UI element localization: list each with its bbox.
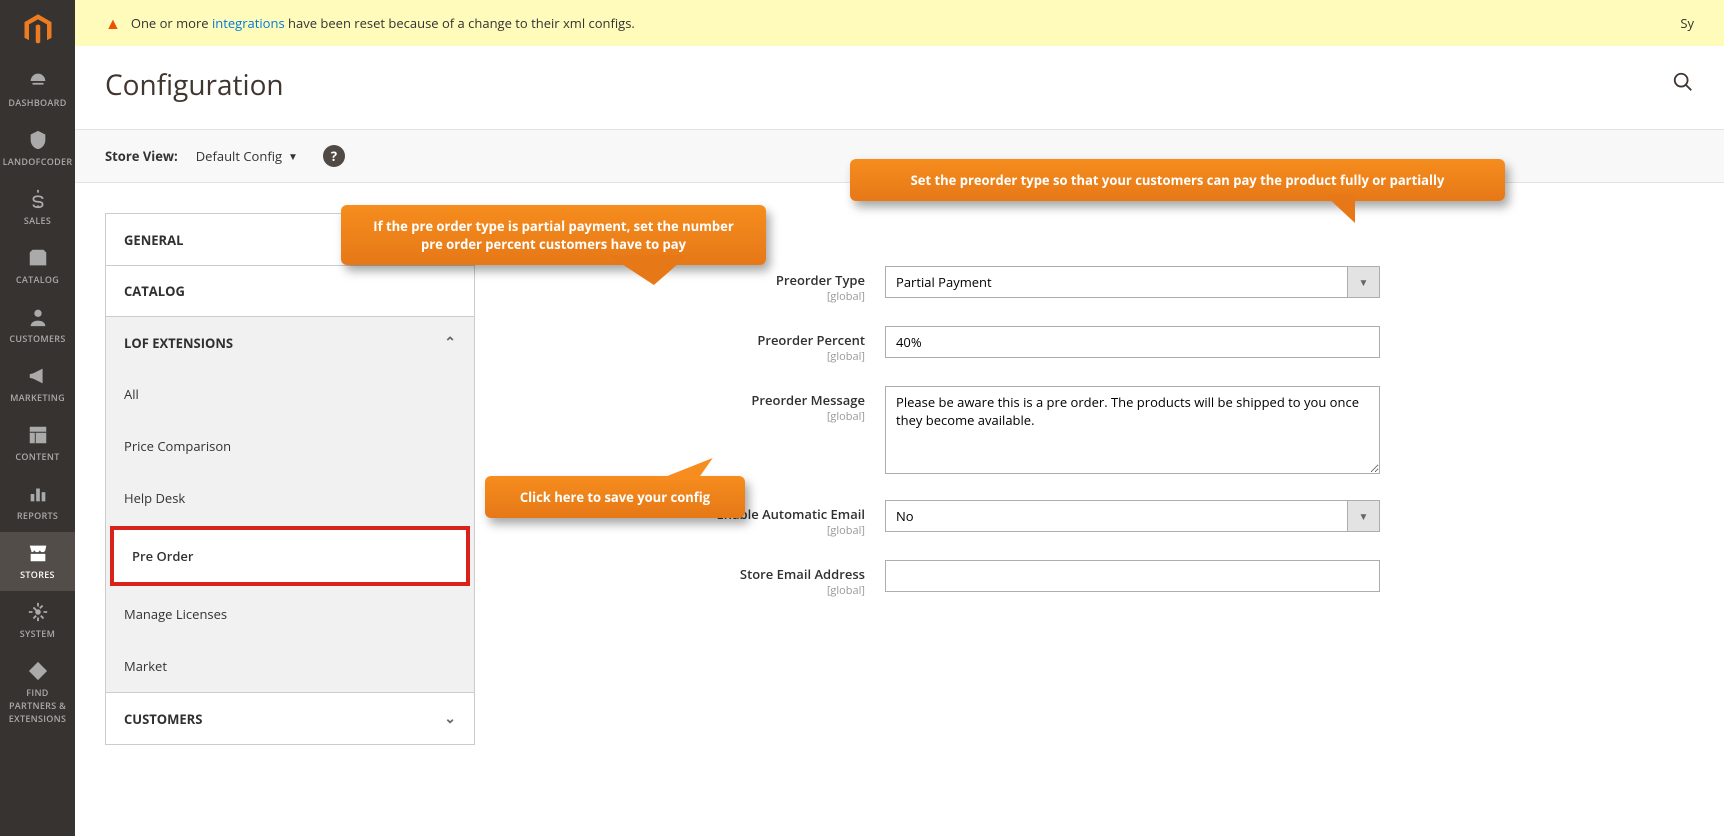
chart-icon [27, 483, 49, 505]
sidebar-item-label: DASHBOARD [8, 96, 66, 109]
sidebar-item-dashboard[interactable]: DASHBOARD [0, 60, 75, 119]
notification-text: One or more integrations have been reset… [131, 14, 635, 32]
sidebar-item-label: CUSTOMERS [9, 332, 65, 345]
cfg-cat-catalog[interactable]: CATALOG [106, 266, 474, 316]
config-sidebar: GENERAL ⌄ CATALOG LOF EXTENSIONS ⌃ All P… [105, 213, 475, 745]
select-caret-icon[interactable]: ▼ [1348, 500, 1380, 532]
select-caret-icon[interactable]: ▼ [1348, 266, 1380, 298]
megaphone-icon [27, 365, 49, 387]
preorder-percent-input[interactable] [885, 326, 1380, 358]
partners-icon [27, 660, 49, 682]
help-icon[interactable]: ? [323, 145, 345, 167]
sidebar-item-stores[interactable]: STORES [0, 532, 75, 591]
callout-percent: If the pre order type is partial payment… [341, 205, 766, 265]
gear-icon [27, 601, 49, 623]
page-title: Configuration [105, 66, 1672, 104]
preorder-type-select[interactable]: Partial Payment [885, 266, 1348, 298]
cfg-item-price-comparison[interactable]: Price Comparison [106, 420, 474, 472]
sidebar-item-landofcoder[interactable]: LANDOFCODER [0, 119, 75, 178]
cfg-item-market[interactable]: Market [106, 640, 474, 692]
cfg-item-all[interactable]: All [106, 368, 474, 420]
sidebar-item-label: REPORTS [17, 509, 58, 522]
dashboard-icon [27, 70, 49, 92]
store-view-selector[interactable]: Default Config ▼ [196, 147, 298, 165]
callout-type: Set the preorder type so that your custo… [850, 159, 1505, 201]
sidebar-item-catalog[interactable]: CATALOG [0, 237, 75, 296]
chevron-down-icon: ⌄ [444, 709, 456, 728]
auto-email-select[interactable]: No [885, 500, 1348, 532]
cfg-cat-customers[interactable]: CUSTOMERS ⌄ [106, 693, 474, 744]
person-icon [27, 306, 49, 328]
landofcoder-icon [27, 129, 49, 151]
store-view-label: Store View: [105, 147, 178, 165]
sidebar-item-sales[interactable]: SALES [0, 178, 75, 237]
store-email-input[interactable] [885, 560, 1380, 592]
sidebar-item-label: MARKETING [10, 391, 65, 404]
search-icon[interactable] [1672, 71, 1694, 99]
integrations-link[interactable]: integrations [212, 14, 285, 32]
content-icon [27, 424, 49, 446]
sidebar-item-label: FIND PARTNERS & EXTENSIONS [4, 686, 71, 725]
sidebar-item-marketing[interactable]: MARKETING [0, 355, 75, 414]
sidebar-item-label: CONTENT [15, 450, 59, 463]
field-label-store-email: Store Email Address [505, 565, 865, 583]
preorder-message-textarea[interactable]: Please be aware this is a pre order. The… [885, 386, 1380, 474]
field-label-preorder-percent: Preorder Percent [505, 331, 865, 349]
caret-down-icon: ▼ [288, 149, 298, 163]
callout-save: Click here to save your config [485, 476, 745, 518]
notification-bar: ▲ One or more integrations have been res… [75, 0, 1724, 46]
sidebar-item-customers[interactable]: CUSTOMERS [0, 296, 75, 355]
sidebar-item-label: SALES [24, 214, 51, 227]
warning-icon: ▲ [105, 12, 121, 34]
sidebar-item-partners[interactable]: FIND PARTNERS & EXTENSIONS [0, 650, 75, 735]
sidebar-item-content[interactable]: CONTENT [0, 414, 75, 473]
cfg-item-pre-order[interactable]: Pre Order [110, 526, 470, 586]
sidebar-item-label: SYSTEM [20, 627, 55, 640]
sidebar-item-system[interactable]: SYSTEM [0, 591, 75, 650]
sidebar-item-label: STORES [20, 568, 55, 581]
cfg-item-help-desk[interactable]: Help Desk [106, 472, 474, 524]
catalog-icon [27, 247, 49, 269]
cfg-cat-lof-extensions[interactable]: LOF EXTENSIONS ⌃ [106, 317, 474, 368]
sidebar-item-label: LANDOFCODER [3, 155, 73, 168]
dollar-icon [27, 188, 49, 210]
chevron-up-icon: ⌃ [444, 333, 456, 352]
cfg-item-manage-licenses[interactable]: Manage Licenses [106, 588, 474, 640]
sidebar-item-label: CATALOG [16, 273, 59, 286]
magento-logo[interactable] [0, 0, 75, 60]
store-icon [27, 542, 49, 564]
field-label-preorder-message: Preorder Message [505, 391, 865, 409]
admin-sidebar: DASHBOARD LANDOFCODER SALES CATALOG CUST… [0, 0, 75, 836]
sidebar-item-reports[interactable]: REPORTS [0, 473, 75, 532]
